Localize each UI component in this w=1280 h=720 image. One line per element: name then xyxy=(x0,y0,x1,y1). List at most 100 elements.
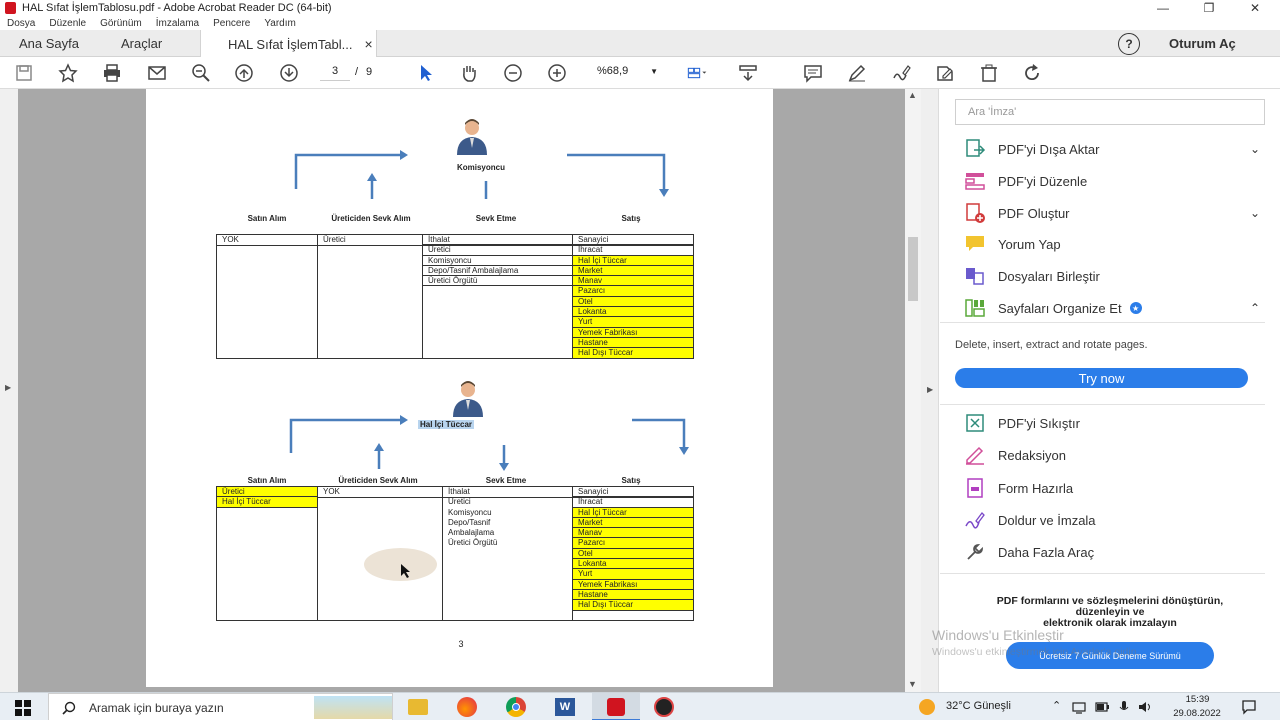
rotate-icon[interactable] xyxy=(1020,62,1044,84)
table-cell: Market xyxy=(573,265,693,277)
menu-window[interactable]: Pencere xyxy=(213,18,250,29)
tool-organize-pages[interactable]: Sayfaları Organize Et ★ ⌃ xyxy=(964,297,1260,319)
show-hidden-icons[interactable]: ⌃ xyxy=(1052,699,1061,712)
help-icon[interactable]: ? xyxy=(1118,33,1140,55)
hand-tool-icon[interactable] xyxy=(457,62,481,84)
divider xyxy=(940,404,1265,405)
battery-icon[interactable] xyxy=(1095,700,1109,714)
close-button[interactable]: ✕ xyxy=(1232,0,1278,16)
acrobat-taskbar-button[interactable] xyxy=(592,693,640,720)
print-icon[interactable] xyxy=(100,62,124,84)
tool-fill-sign[interactable]: Doldur ve İmzala xyxy=(964,509,1096,531)
file-explorer-icon[interactable] xyxy=(408,699,428,715)
firefox-icon[interactable] xyxy=(457,697,477,717)
chrome-icon[interactable] xyxy=(506,697,526,717)
person-label-2: Hal İçi Tüccar xyxy=(418,420,475,429)
table-cell: İhracat xyxy=(573,245,693,256)
tool-more-tools[interactable]: Daha Fazla Araç xyxy=(964,541,1094,563)
weather-text[interactable]: 32°C Güneşli xyxy=(946,700,1011,712)
zoom-dropdown[interactable]: %68,9 ▼ xyxy=(590,65,658,81)
microphone-icon[interactable] xyxy=(1118,700,1130,714)
tool-compress-pdf[interactable]: PDF'yi Sıkıştır xyxy=(964,412,1080,434)
tool-edit-pdf[interactable]: PDF'yi Düzenle xyxy=(964,170,1087,192)
tab-document[interactable]: HAL Sıfat İşlemTabl... × xyxy=(200,30,377,58)
windows-start-icon[interactable] xyxy=(15,700,31,716)
menu-view[interactable]: Görünüm xyxy=(100,18,142,29)
comment-icon[interactable] xyxy=(801,62,825,84)
table-2: Üretici Hal İçi Tüccar YOK İthalat Üretici… xyxy=(216,486,694,621)
page-down-icon[interactable] xyxy=(277,62,301,84)
menu-sign[interactable]: İmzalama xyxy=(156,18,199,29)
tool-search-input[interactable]: Ara 'İmza' xyxy=(955,99,1265,125)
word-icon[interactable]: W xyxy=(555,698,575,716)
minimize-button[interactable]: — xyxy=(1140,0,1186,16)
chevron-up-icon[interactable]: ⌃ xyxy=(1250,301,1260,315)
tool-create-pdf[interactable]: PDF Oluştur ⌄ xyxy=(964,202,1260,224)
left-panel-toggle[interactable]: ▶ xyxy=(0,89,18,692)
menu-edit[interactable]: Düzenle xyxy=(49,18,86,29)
signin-button[interactable]: Oturum Aç xyxy=(1169,30,1236,57)
tool-prepare-form[interactable]: Form Hazırla xyxy=(964,477,1073,499)
save-icon[interactable] xyxy=(12,62,36,84)
table-cell: Manav xyxy=(573,276,693,287)
tab-home[interactable]: Ana Sayfa xyxy=(19,30,79,57)
tool-combine-files[interactable]: Dosyaları Birleştir xyxy=(964,265,1100,287)
tab-tools[interactable]: Araçlar xyxy=(121,30,162,57)
combine-files-icon xyxy=(966,268,984,285)
taskbar-search-placeholder: Aramak için buraya yazın xyxy=(89,701,224,715)
edit-pdf-icon[interactable] xyxy=(933,62,957,84)
hdr1-shipment-out: Sevk Etme xyxy=(475,214,517,223)
tool-label: PDF'yi Sıkıştır xyxy=(998,415,1080,431)
select-cursor-icon[interactable] xyxy=(413,62,437,84)
table-cell: Hal İçi Tüccar xyxy=(573,507,693,518)
menu-file[interactable]: Dosya xyxy=(7,18,35,29)
network-icon[interactable] xyxy=(1072,700,1086,714)
table-cell: Üretici xyxy=(448,497,471,507)
person-avatar-icon xyxy=(457,119,487,155)
taskbar-search[interactable]: Aramak için buraya yazın xyxy=(48,693,393,720)
menu-help[interactable]: Yardım xyxy=(264,18,296,29)
document-canvas[interactable]: Komisyoncu Satın Alım Üreticiden Sevk Al… xyxy=(18,89,905,692)
bookmark-star-icon[interactable] xyxy=(56,62,80,84)
tool-label: Daha Fazla Araç xyxy=(998,544,1095,560)
scrollbar-thumb[interactable] xyxy=(908,237,918,301)
table-cell: YOK xyxy=(323,487,340,496)
volume-icon[interactable] xyxy=(1138,700,1152,714)
email-icon[interactable] xyxy=(145,62,169,84)
zoom-search-icon[interactable] xyxy=(189,62,213,84)
tool-label: Sayfaları Organize Et xyxy=(998,300,1122,316)
hdr1-purchase: Satın Alım xyxy=(247,214,287,223)
clock-date[interactable]: 29.08.2022 xyxy=(1166,708,1228,719)
tool-label: PDF'yi Dışa Aktar xyxy=(998,141,1100,157)
fill-sign-icon[interactable] xyxy=(889,62,913,84)
export-pdf-icon xyxy=(966,139,986,157)
right-panel-toggle[interactable]: ▶ xyxy=(921,89,939,692)
zoom-in-icon[interactable] xyxy=(545,62,569,84)
tool-redact[interactable]: Redaksiyon xyxy=(964,444,1066,466)
table-cell: Otel xyxy=(573,296,693,308)
recorder-icon[interactable] xyxy=(654,697,674,717)
acrobat-icon xyxy=(5,2,16,14)
scroll-up-icon[interactable]: ▲ xyxy=(908,90,917,100)
highlight-pen-icon[interactable] xyxy=(845,62,869,84)
vertical-scrollbar[interactable]: ▲ ▼ xyxy=(905,89,921,692)
scroll-down-icon[interactable]: ▼ xyxy=(908,679,917,689)
chevron-down-icon[interactable]: ⌄ xyxy=(1250,142,1260,156)
page-number-label: 3 xyxy=(458,639,464,649)
page-up-icon[interactable] xyxy=(232,62,256,84)
try-now-button[interactable]: Try now xyxy=(955,368,1248,388)
scroll-mode-icon[interactable] xyxy=(736,62,760,84)
zoom-out-icon[interactable] xyxy=(501,62,525,84)
tool-comment[interactable]: Yorum Yap xyxy=(964,233,1061,255)
organize-pages-icon xyxy=(965,299,985,317)
tab-close-icon[interactable]: × xyxy=(365,36,373,52)
trash-icon[interactable] xyxy=(977,62,1001,84)
chevron-down-icon[interactable]: ⌄ xyxy=(1250,206,1260,220)
maximize-button[interactable]: ❐ xyxy=(1186,0,1232,16)
table-1: YOK Üretici İthalat Üretici Komisyoncu Depo… xyxy=(216,234,694,359)
page-number-input[interactable]: 3 xyxy=(320,65,350,81)
page-display-icon[interactable] xyxy=(680,62,714,84)
clock-time[interactable]: 15:39 xyxy=(1170,694,1225,705)
notification-icon[interactable] xyxy=(1241,699,1257,715)
tool-export-pdf[interactable]: PDF'yi Dışa Aktar ⌄ xyxy=(964,138,1260,160)
